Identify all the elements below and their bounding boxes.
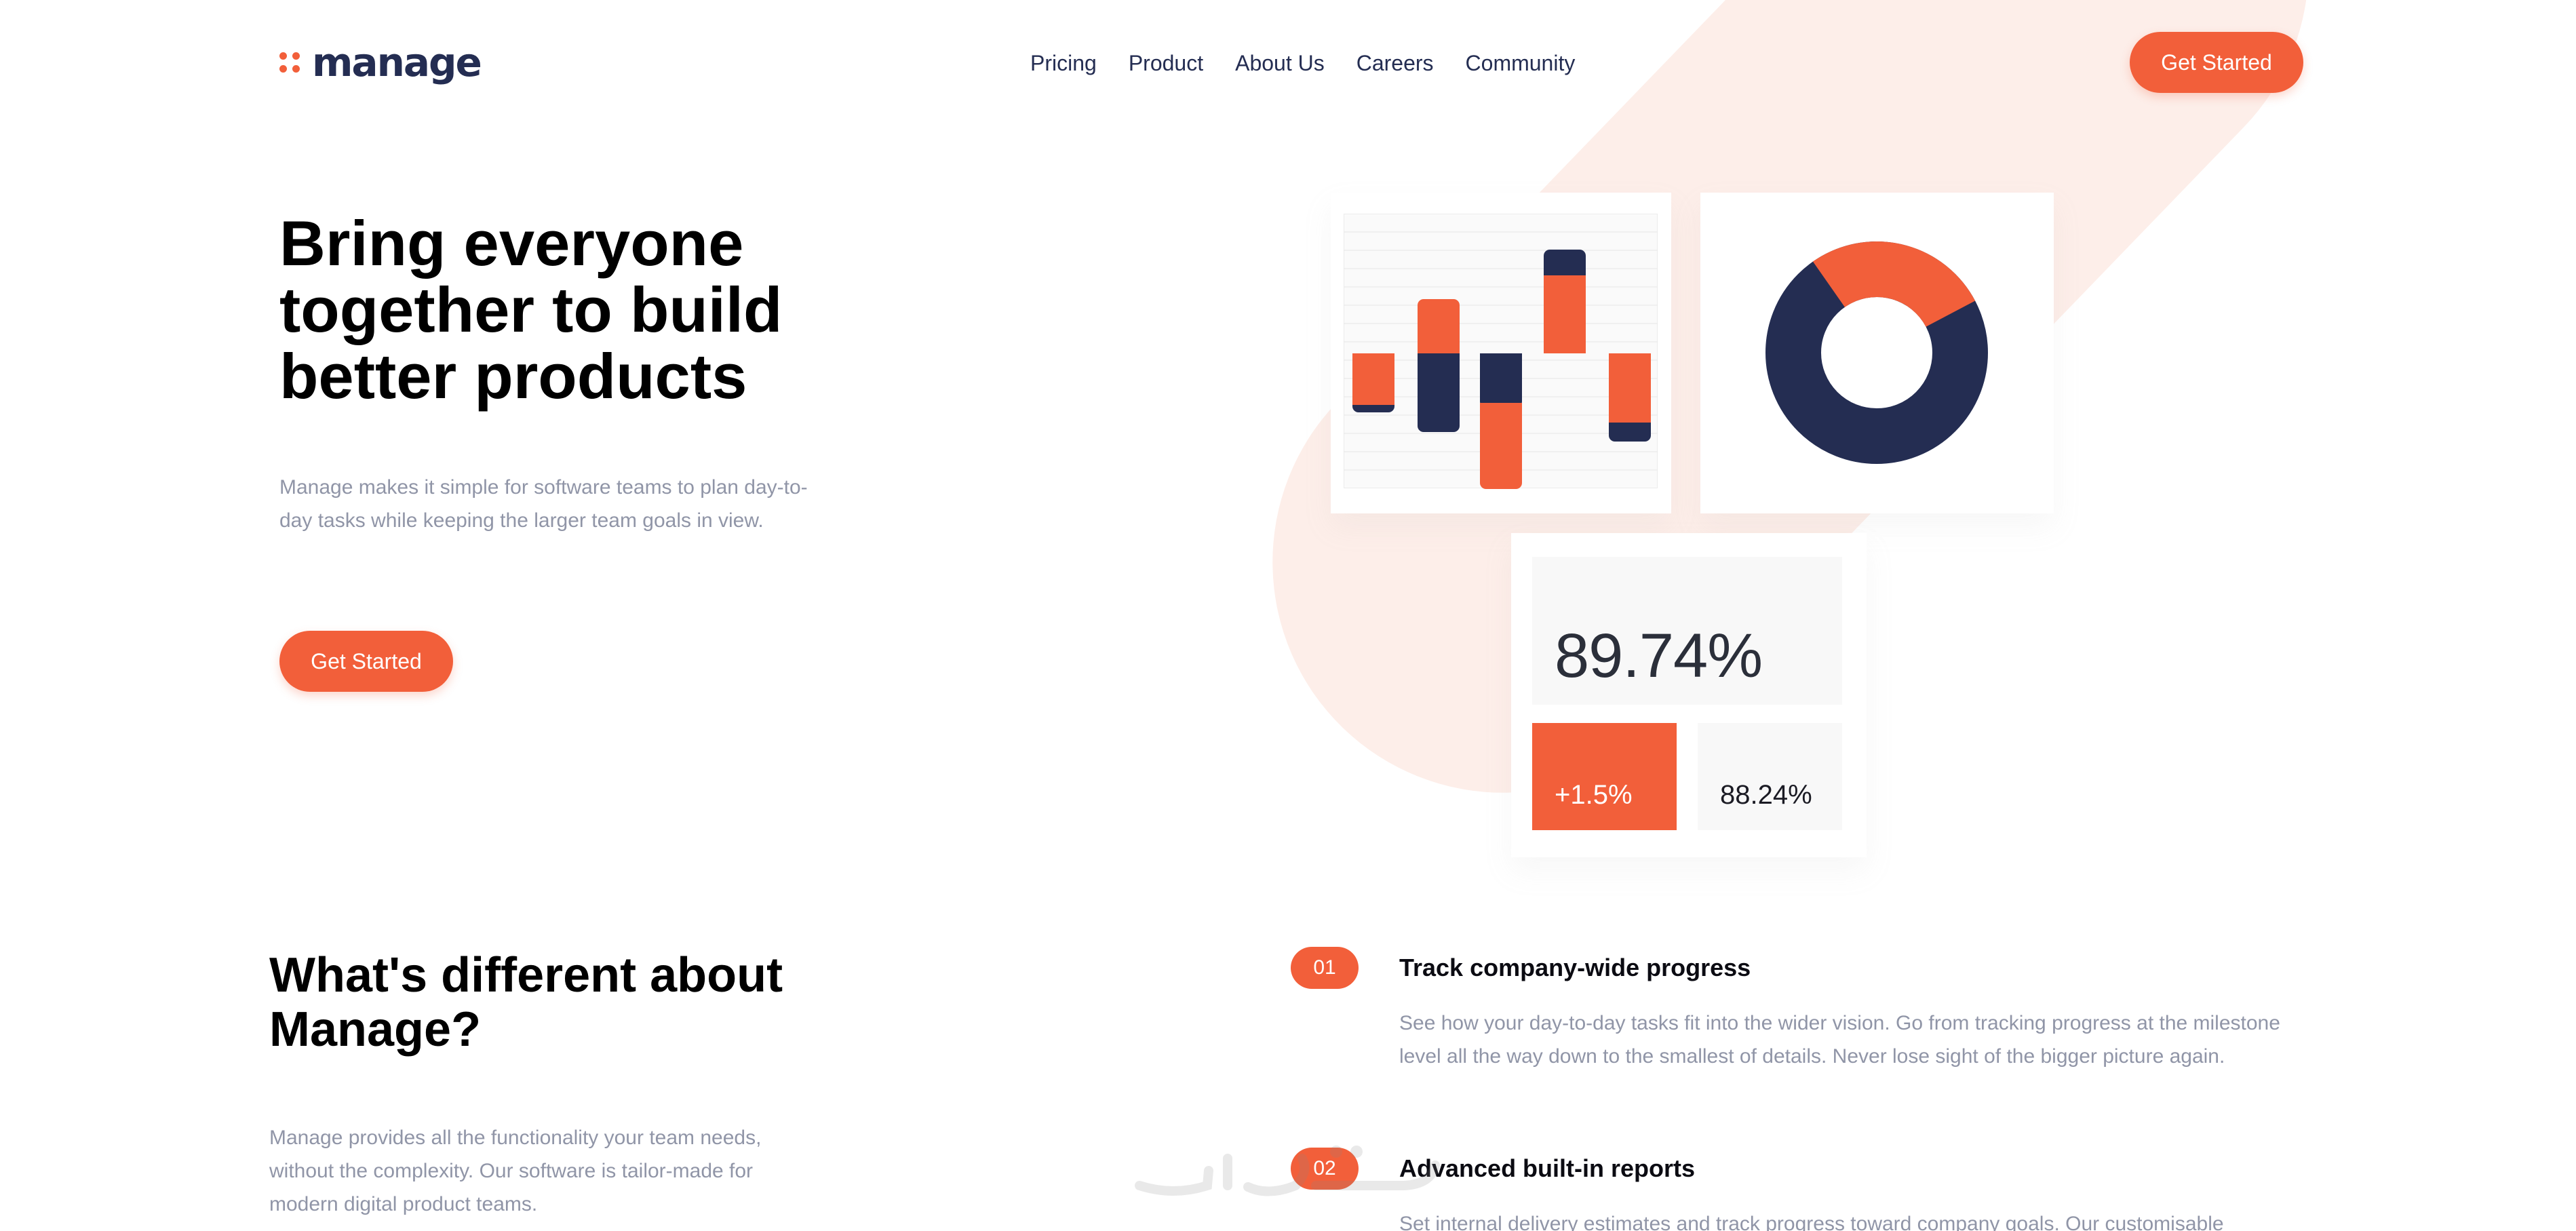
bar-4-orange [1544,275,1586,353]
bar-1-orange [1352,353,1394,405]
bar-chart-graphic [1344,231,1658,489]
bar-2-orange [1418,299,1460,360]
stat-secondary-tile: 88.24% [1698,723,1842,830]
hero-description: Manage makes it simple for software team… [279,476,808,532]
nav-link-careers[interactable]: Careers [1357,49,1434,77]
logo-dots-icon [279,52,300,73]
bar-3-orange [1480,403,1522,489]
nav-link-about-us[interactable]: About Us [1235,49,1325,77]
bar-2-navy [1418,353,1460,432]
feature-number-badge: 01 [1291,947,1359,989]
page: manage Pricing Product About Us Careers … [0,0,2576,1231]
stat-main-tile: 89.74% [1532,557,1842,705]
logo[interactable]: manage [279,39,482,85]
feature-description: Set internal delivery estimates and trac… [1399,1213,2224,1231]
section-title: What's different about Manage? [269,948,783,1057]
donut-orange-segment [1812,241,1976,328]
nav-link-pricing[interactable]: Pricing [1030,49,1097,77]
nav-link-product[interactable]: Product [1129,49,1203,77]
stat-change-tile: +1.5% [1532,723,1677,830]
feature-title: Track company-wide progress [1399,954,1751,981]
stat-main-value: 89.74% [1555,621,1763,690]
donut-chart-card [1700,193,2054,513]
section-description: Manage provides all the functionality yo… [269,1127,762,1215]
main-nav: Pricing Product About Us Careers Communi… [1030,49,1575,77]
header-get-started-button[interactable]: Get Started [2130,32,2303,93]
hero-get-started-button[interactable]: Get Started [279,631,453,692]
logo-text: manage [312,39,482,85]
feature-description: See how your day-to-day tasks fit into t… [1399,1012,2280,1068]
bar-5-orange [1609,353,1651,423]
stat-secondary-value: 88.24% [1720,780,1812,810]
stats-card: 89.74% +1.5% 88.24% [1511,533,1867,857]
stat-change-value: +1.5% [1555,780,1633,810]
watermark-logo [1135,1146,1440,1196]
nav-link-community[interactable]: Community [1466,49,1576,77]
bar-chart-card [1331,193,1671,513]
donut-chart-graphic [1765,241,1988,464]
hero-title: Bring everyone together to build better … [279,208,783,412]
